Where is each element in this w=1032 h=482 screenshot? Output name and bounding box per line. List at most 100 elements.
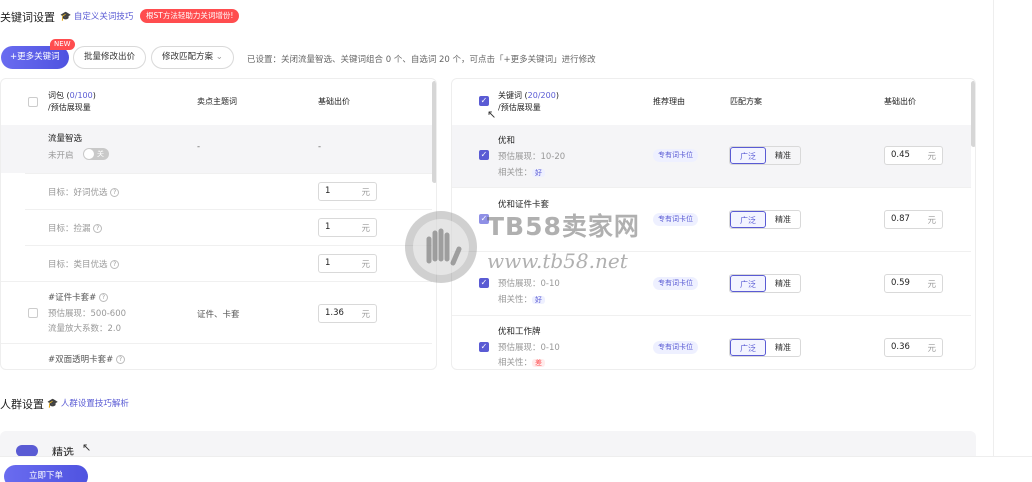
smart-traffic-name: 流量智选 [48,134,83,144]
reason-tag: 专有词卡位 [653,277,698,290]
hat-icon: 🎓 [47,399,59,409]
pack-column-header: 词包 (0/100) [48,91,96,100]
help-icon[interactable]: ? [115,355,125,364]
match-toggle[interactable]: 广泛 精准 [729,274,801,293]
hat-icon: 🎓 [60,12,72,22]
bid-column-header: 基础出价 [884,97,916,106]
match-exact-option[interactable]: 精准 [766,339,800,356]
keyword-tips-label: 自定义关词技巧 [73,12,134,22]
section-title-crowd: 人群设置 [0,398,44,411]
match-broad-option[interactable]: 广泛 [730,147,766,164]
smart-traffic-theme: - [197,142,201,152]
select-all-packs-checkbox[interactable] [28,97,38,110]
reason-tag: 专有词卡位 [653,213,698,226]
target-label: 目标：好词优选 [48,188,108,198]
keyword-column-header: 关键词 (20/200) [498,91,559,100]
keyword-impressions: 预估展现：10-20 [498,152,566,162]
pack-impressions: 预估展现：500-600 [48,309,127,319]
promo-badge[interactable]: 根ST方法轻助力关词增份! [140,9,240,23]
keyword-row: ✓ 优和 预估展现：10-20 相关性：好 专有词卡位 广泛 精准 0.45 元 [452,125,971,187]
match-column-header: 匹配方案 [730,97,762,106]
relevance-label: 相关性： [498,358,533,368]
watermark-logo [403,209,479,285]
submit-order-button[interactable]: 立即下单 [4,465,88,482]
match-broad-option[interactable]: 广泛 [730,339,766,356]
pack-checkbox[interactable] [28,308,38,321]
match-exact-option[interactable]: 精准 [766,147,800,164]
reason-column-header: 推荐理由 [653,97,685,106]
relevance-badge: 好 [532,169,546,177]
keyword-impressions: 预估展现：0-10 [498,279,560,289]
section-title-keywords: 关键词设置 [0,11,55,24]
chevron-down-icon: ⌄ [215,52,223,62]
match-toggle[interactable]: 广泛 精准 [729,146,801,165]
smart-traffic-bid: - [318,142,322,152]
relevance-label: 相关性： [498,295,533,305]
pack-column-subheader: /预估展现量 [48,103,91,112]
match-exact-option[interactable]: 精准 [766,275,800,292]
keyword-bid-input[interactable]: 0.36 元 [884,338,943,357]
keyword-count: 20/200 [527,91,556,100]
match-toggle[interactable]: 广泛 精准 [729,338,801,357]
right-table-scrollbar[interactable] [971,81,975,147]
right-divider [993,0,994,456]
match-exact-option[interactable]: 精准 [766,211,800,228]
keyword-bid-input[interactable]: 0.87 元 [884,210,943,229]
pack-bid-input[interactable]: 1.36 元 [318,304,377,323]
match-plan-dropdown[interactable]: 修改匹配方案 ⌄ [151,46,234,69]
relevance-badge: 好 [532,296,546,304]
help-icon[interactable]: ? [98,293,108,302]
target-row: 目标：捡漏 ? 1元 [25,209,432,245]
mouse-cursor-icon: ↖ [82,441,92,454]
keyword-checkbox[interactable]: ✓ [479,278,489,288]
crowd-tips-label: 人群设置技巧解析 [60,399,129,409]
target-bid-input[interactable]: 1元 [318,218,377,237]
target-label: 目标：捡漏 [48,224,91,234]
pack-theme: 证件、卡套 [197,310,240,320]
crowd-tips-link[interactable]: 🎓 人群设置技巧解析 [47,397,129,409]
mouse-cursor-icon: ↖ [487,108,497,121]
footer-bar: 立即下单 [0,456,1032,482]
help-icon[interactable]: ? [93,224,103,233]
smart-traffic-state: 未开启 [48,151,74,161]
keyword-name: 优和工作牌 [498,327,541,337]
pack-name: #证件卡套# [48,293,97,303]
reason-tag: 专有词卡位 [653,341,698,354]
keyword-bid-input[interactable]: 0.45 元 [884,146,943,165]
target-bid-input[interactable]: 1元 [318,182,377,201]
smart-traffic-toggle[interactable]: 关 [83,148,109,160]
pack-row: #双面透明卡套# ? [1,343,432,369]
pack-row: #证件卡套# ? 预估展现：500-600 流量放大系数：2.0 证件、卡套 1… [1,281,432,343]
keyword-column-subheader: /预估展现量 [498,103,541,112]
match-broad-option[interactable]: 广泛 [730,211,766,228]
keyword-row: ✓ 优和工作牌 预估展现：0-10 相关性：差 专有词卡位 广泛 精准 0.36 元 [452,315,971,369]
target-row: 目标：类目优选 ? 1元 [25,245,432,281]
pack-count: 0/100 [69,91,93,100]
watermark-url: www.tb58.net [487,249,628,273]
select-all-keywords-checkbox[interactable]: ✓ [479,96,489,106]
help-icon[interactable]: ? [110,188,120,197]
settings-summary: 已设置：关闭流量智选、关键词组合 0 个、自选词 20 个，可点击「+更多关键词… [247,55,596,65]
relevance-label: 相关性： [498,168,533,178]
pack-name: #双面透明卡套# [48,355,114,365]
keyword-pack-table: 词包 (0/100) /预估展现量 卖点主题词 基础出价 流量智选 未开启 关 … [0,78,437,370]
reason-tag: 专有词卡位 [653,149,698,162]
target-bid-input[interactable]: 1元 [318,254,377,273]
keyword-tips-link[interactable]: 🎓 自定义关词技巧 [60,10,133,22]
watermark-brand: TB58卖家网 [487,212,640,241]
match-toggle[interactable]: 广泛 精准 [729,210,801,229]
help-icon[interactable]: ? [110,260,120,269]
pack-amplify: 流量放大系数：2.0 [48,324,122,334]
batch-bid-button[interactable]: 批量修改出价 [73,46,147,69]
keyword-checkbox[interactable]: ✓ [479,342,489,352]
keyword-name: 优和 [498,136,516,146]
relevance-badge: 差 [532,359,546,367]
left-table-scrollbar[interactable] [432,81,436,183]
bid-column-header: 基础出价 [318,97,350,106]
match-broad-option[interactable]: 广泛 [730,275,766,292]
theme-column-header: 卖点主题词 [197,97,237,106]
target-label: 目标：类目优选 [48,260,108,270]
match-plan-label: 修改匹配方案 [162,52,214,62]
keyword-bid-input[interactable]: 0.59 元 [884,274,943,293]
keyword-checkbox[interactable]: ✓ [479,150,489,160]
